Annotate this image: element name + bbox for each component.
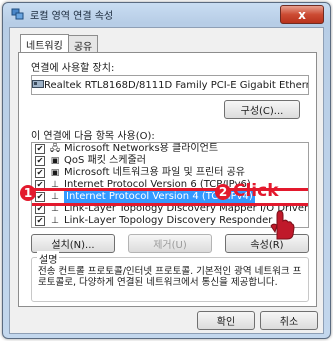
checkbox[interactable]: ✔ [35,180,45,190]
dialog-panel: 네트워킹 공유 연결에 사용할 장치: Realtek RTL8168D/811… [9,27,324,334]
list-item[interactable]: ✔ ▣ Microsoft 네트워크용 파일 및 프린터 공유 [32,167,308,179]
connect-using-label: 연결에 사용할 장치: [31,63,115,74]
file-share-icon: ▣ [50,168,60,178]
description-text: 전송 컨트롤 프로토콜/인터넷 프로토콜. 기본적인 광역 네트워크 프로토콜로… [38,266,302,288]
checkbox[interactable]: ✔ [35,168,45,178]
checkbox[interactable]: ✔ [35,144,45,154]
uninstall-button[interactable]: 제거(U) [128,234,212,253]
checkbox[interactable]: ✔ [35,216,45,226]
item-label: Microsoft Networks용 클라이언트 [64,143,219,154]
description-title: 설명 [37,251,60,266]
pointing-hand-icon [270,210,295,240]
protocol-icon: ⊥ [51,204,59,214]
cancel-button[interactable]: 취소 [260,311,318,330]
scheduler-icon: ▣ [50,156,60,166]
list-item[interactable]: ✔ 🖧 Microsoft Networks용 클라이언트 [32,143,308,155]
checkbox[interactable]: ✔ [35,204,45,214]
close-icon: x [298,7,306,22]
step-1-badge: 1 [20,185,36,201]
items-label: 이 연결에 다음 항목 사용(O): [31,131,155,142]
close-button[interactable]: x [280,5,324,24]
networking-tab-content: 연결에 사용할 장치: Realtek RTL8168D/8111D Famil… [18,52,317,307]
list-item[interactable]: ✔ ▣ QoS 패킷 스케줄러 [32,155,308,167]
ok-button[interactable]: 확인 [197,311,255,330]
title-bar[interactable]: 로컬 영역 연결 속성 x [3,3,330,25]
click-annotation: Click [233,181,279,201]
network-client-icon: 🖧 [49,144,61,154]
step-2-badge: 2 [215,184,231,200]
protocol-icon: ⊥ [51,216,59,226]
protocol-icon: ⊥ [51,192,59,202]
protocol-icon: ⊥ [51,180,59,190]
item-label: QoS 패킷 스케줄러 [64,155,146,166]
checkbox[interactable]: ✔ [35,156,45,166]
adapter-name: Realtek RTL8168D/8111D Family PCI-E Giga… [44,79,308,91]
configure-button[interactable]: 구성(C)... [224,100,300,119]
item-label: Microsoft 네트워크용 파일 및 프린터 공유 [64,167,246,178]
description-group: 설명 전송 컨트롤 프로토콜/인터넷 프로토콜. 기본적인 광역 네트워크 프로… [31,251,309,302]
network-connection-icon [11,8,25,20]
checkbox[interactable]: ✔ [35,192,45,202]
dialog-window: 로컬 영역 연결 속성 x 네트워킹 공유 연결에 사용할 장치: Realte… [2,2,331,339]
adapter-field: Realtek RTL8168D/8111D Family PCI-E Giga… [31,75,309,95]
window-title: 로컬 영역 연결 속성 [30,10,114,22]
network-adapter-icon [32,79,44,92]
item-label: Link-Layer Topology Discovery Responder [64,215,273,226]
